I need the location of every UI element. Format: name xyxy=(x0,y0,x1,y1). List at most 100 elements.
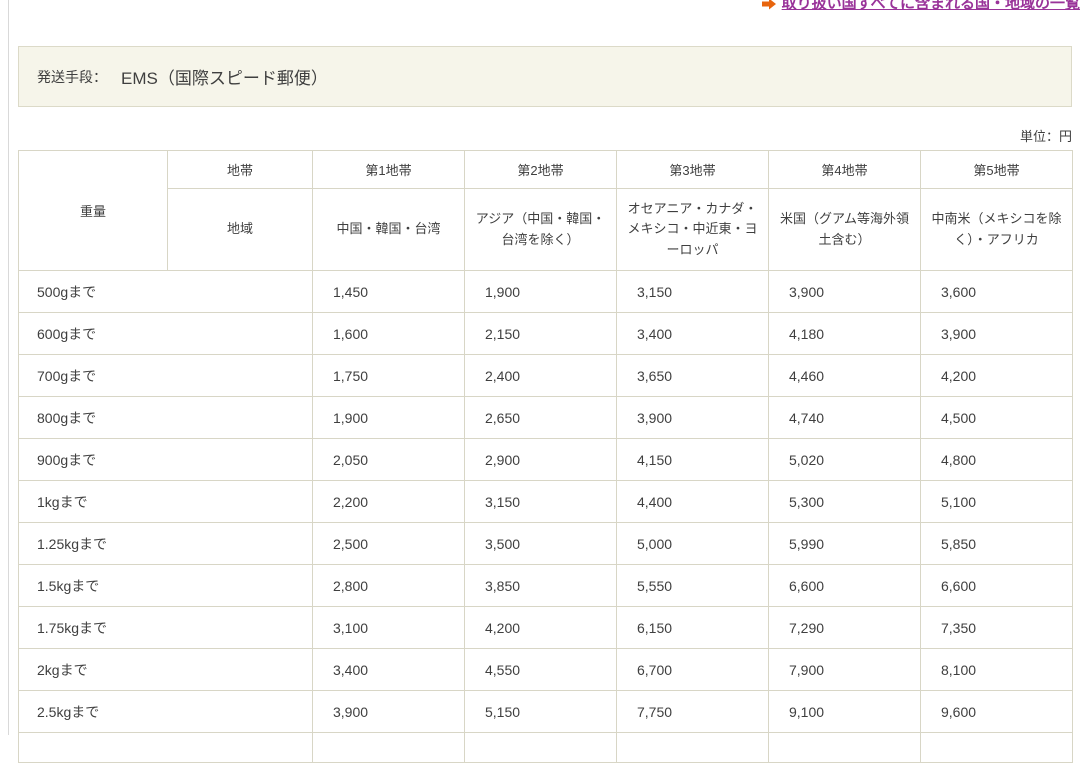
clipped-cell xyxy=(617,733,769,763)
region-name-cell: 中南米（メキシコを除く）・アフリカ xyxy=(921,189,1073,271)
rate-cell: 2,400 xyxy=(465,355,617,397)
weight-cell: 1kgまで xyxy=(19,481,313,523)
region-name-cell: 中国・韓国・台湾 xyxy=(313,189,465,271)
country-list-link-row: 取り扱い国すべてに含まれる国・地域の一覧 xyxy=(762,0,1080,15)
shipping-method-box: 発送手段： EMS（国際スピード郵便） xyxy=(18,46,1072,107)
rate-cell: 4,740 xyxy=(769,397,921,439)
table-row: 900gまで2,0502,9004,1505,0204,800 xyxy=(19,439,1073,481)
rate-cell: 5,150 xyxy=(465,691,617,733)
rate-cell: 1,750 xyxy=(313,355,465,397)
clipped-cell xyxy=(19,733,313,763)
rate-cell: 5,550 xyxy=(617,565,769,607)
rate-cell: 4,180 xyxy=(769,313,921,355)
weight-cell: 800gまで xyxy=(19,397,313,439)
rate-cell: 7,350 xyxy=(921,607,1073,649)
rate-cell: 3,400 xyxy=(617,313,769,355)
ems-rate-table: 重量 地帯 第1地帯第2地帯第3地帯第4地帯第5地帯 地域 中国・韓国・台湾アジ… xyxy=(18,150,1073,763)
zone-name-cell: 第4地帯 xyxy=(769,151,921,189)
rate-cell: 2,800 xyxy=(313,565,465,607)
rate-cell: 5,850 xyxy=(921,523,1073,565)
rate-cell: 3,900 xyxy=(769,271,921,313)
rate-cell: 5,020 xyxy=(769,439,921,481)
rate-cell: 6,150 xyxy=(617,607,769,649)
rate-cell: 2,500 xyxy=(313,523,465,565)
rate-cell: 8,100 xyxy=(921,649,1073,691)
page-column-divider xyxy=(8,0,9,735)
region-name-cell: アジア（中国・韓国・台湾を除く） xyxy=(465,189,617,271)
rate-cell: 5,000 xyxy=(617,523,769,565)
region-name-cell: 米国（グアム等海外領土含む） xyxy=(769,189,921,271)
clipped-cell xyxy=(313,733,465,763)
rate-cell: 4,400 xyxy=(617,481,769,523)
table-row: 800gまで1,9002,6503,9004,7404,500 xyxy=(19,397,1073,439)
rate-cell: 5,990 xyxy=(769,523,921,565)
rate-cell: 5,100 xyxy=(921,481,1073,523)
weight-cell: 2.5kgまで xyxy=(19,691,313,733)
weight-header-cell: 重量 xyxy=(19,151,168,271)
weight-cell: 1.75kgまで xyxy=(19,607,313,649)
rate-cell: 6,600 xyxy=(921,565,1073,607)
region-header-cell: 地域 xyxy=(168,189,313,271)
table-row: 1.5kgまで2,8003,8505,5506,6006,600 xyxy=(19,565,1073,607)
rate-cell: 4,460 xyxy=(769,355,921,397)
region-name-cell: オセアニア・カナダ・メキシコ・中近東・ヨーロッパ xyxy=(617,189,769,271)
zone-name-cell: 第2地帯 xyxy=(465,151,617,189)
shipping-method-value: EMS（国際スピード郵便） xyxy=(121,64,328,89)
rate-table-body: 500gまで1,4501,9003,1503,9003,600600gまで1,6… xyxy=(19,271,1073,763)
weight-cell: 2kgまで xyxy=(19,649,313,691)
unit-note: 単位：円 xyxy=(1020,126,1072,145)
zone-name-cell: 第3地帯 xyxy=(617,151,769,189)
rate-cell: 9,100 xyxy=(769,691,921,733)
weight-cell: 1.5kgまで xyxy=(19,565,313,607)
rate-cell: 1,900 xyxy=(465,271,617,313)
rate-cell: 4,500 xyxy=(921,397,1073,439)
rate-cell: 2,200 xyxy=(313,481,465,523)
rate-cell: 4,550 xyxy=(465,649,617,691)
rate-cell: 3,500 xyxy=(465,523,617,565)
header-row-zones: 重量 地帯 第1地帯第2地帯第3地帯第4地帯第5地帯 xyxy=(19,151,1073,189)
zone-name-cell: 第1地帯 xyxy=(313,151,465,189)
weight-cell: 900gまで xyxy=(19,439,313,481)
weight-cell: 1.25kgまで xyxy=(19,523,313,565)
table-row: 500gまで1,4501,9003,1503,9003,600 xyxy=(19,271,1073,313)
rate-cell: 1,450 xyxy=(313,271,465,313)
country-list-link[interactable]: 取り扱い国すべてに含まれる国・地域の一覧 xyxy=(782,0,1080,15)
clipped-cell xyxy=(769,733,921,763)
rate-cell: 4,800 xyxy=(921,439,1073,481)
rate-cell: 4,200 xyxy=(465,607,617,649)
rate-cell: 3,400 xyxy=(313,649,465,691)
rate-cell: 2,650 xyxy=(465,397,617,439)
rate-table-head: 重量 地帯 第1地帯第2地帯第3地帯第4地帯第5地帯 地域 中国・韓国・台湾アジ… xyxy=(19,151,1073,271)
rate-cell: 2,900 xyxy=(465,439,617,481)
rate-cell: 2,150 xyxy=(465,313,617,355)
rate-cell: 6,600 xyxy=(769,565,921,607)
weight-cell: 700gまで xyxy=(19,355,313,397)
weight-cell: 600gまで xyxy=(19,313,313,355)
rate-cell: 1,900 xyxy=(313,397,465,439)
rate-cell: 7,900 xyxy=(769,649,921,691)
rate-cell: 3,650 xyxy=(617,355,769,397)
table-row: 1.75kgまで3,1004,2006,1507,2907,350 xyxy=(19,607,1073,649)
rate-cell: 3,900 xyxy=(313,691,465,733)
clipped-row xyxy=(19,733,1073,763)
rate-cell: 3,850 xyxy=(465,565,617,607)
rate-cell: 5,300 xyxy=(769,481,921,523)
zone-name-cell: 第5地帯 xyxy=(921,151,1073,189)
rate-cell: 7,750 xyxy=(617,691,769,733)
rate-cell: 9,600 xyxy=(921,691,1073,733)
header-row-regions: 地域 中国・韓国・台湾アジア（中国・韓国・台湾を除く）オセアニア・カナダ・メキシ… xyxy=(19,189,1073,271)
rate-cell: 3,900 xyxy=(921,313,1073,355)
table-row: 2kgまで3,4004,5506,7007,9008,100 xyxy=(19,649,1073,691)
rate-cell: 7,290 xyxy=(769,607,921,649)
rate-cell: 3,600 xyxy=(921,271,1073,313)
weight-cell: 500gまで xyxy=(19,271,313,313)
right-arrow-icon xyxy=(762,0,776,10)
table-row: 1kgまで2,2003,1504,4005,3005,100 xyxy=(19,481,1073,523)
shipping-method-label: 発送手段： xyxy=(37,67,107,87)
clipped-cell xyxy=(921,733,1073,763)
rate-cell: 4,200 xyxy=(921,355,1073,397)
table-row: 1.25kgまで2,5003,5005,0005,9905,850 xyxy=(19,523,1073,565)
rate-cell: 3,150 xyxy=(465,481,617,523)
table-row: 2.5kgまで3,9005,1507,7509,1009,600 xyxy=(19,691,1073,733)
rate-cell: 4,150 xyxy=(617,439,769,481)
